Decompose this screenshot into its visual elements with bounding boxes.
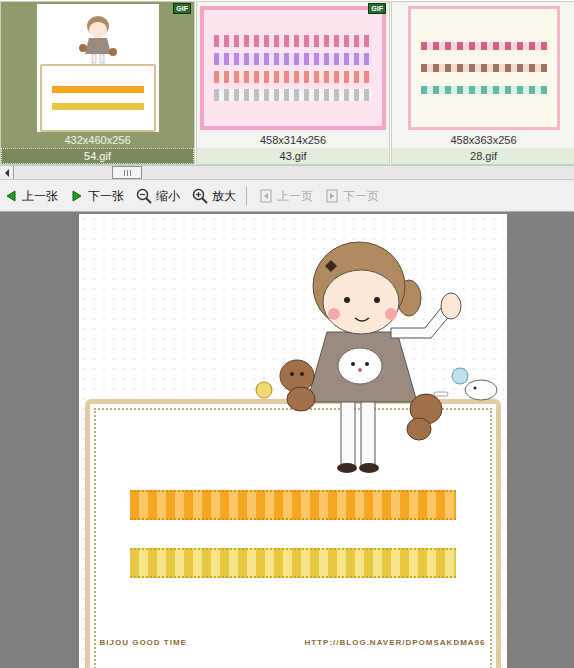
zoom-in-icon bbox=[192, 188, 208, 204]
toolbar-button[interactable]: 下一页 bbox=[325, 187, 379, 205]
thumbnail-filename: 28.gif bbox=[392, 148, 574, 164]
gif-badge: GIF bbox=[368, 3, 386, 14]
gif-badge: GIF bbox=[173, 3, 191, 14]
orange-lace-strip bbox=[130, 490, 456, 520]
arrow-left-icon bbox=[4, 169, 10, 177]
toolbar-separator bbox=[246, 186, 247, 206]
displayed-image: BIJOU GOOD TIMEHTTP://BLOG.NAVER/DPOMSAK… bbox=[79, 214, 507, 668]
toolbar-button[interactable]: 上一页 bbox=[259, 187, 313, 205]
thumbnail-filename: 54.gif bbox=[1, 148, 194, 164]
next-icon bbox=[70, 189, 84, 203]
thumbnail-info: 432x460x256 bbox=[1, 133, 194, 148]
page-previous-icon bbox=[259, 189, 273, 203]
horizontal-scrollbar[interactable] bbox=[0, 165, 574, 180]
thumbnail-strip: GIF 432x460x25654.gif GIF 458x314x25643.gif… bbox=[0, 0, 574, 165]
thumbnail-filename: 43.gif bbox=[197, 148, 389, 164]
thumbnail-cell[interactable]: 458x363x25628.gif bbox=[391, 1, 574, 165]
thumbnail-image bbox=[200, 6, 386, 130]
image-viewer: GIF 432x460x25654.gif GIF 458x314x25643.gif… bbox=[0, 0, 574, 668]
thumbnail-image bbox=[408, 6, 560, 130]
thumbnail-cell[interactable]: GIF 432x460x25654.gif bbox=[0, 1, 195, 165]
frame-footer: BIJOU GOOD TIMEHTTP://BLOG.NAVER/DPOMSAK… bbox=[100, 638, 486, 648]
zoom-out-icon bbox=[136, 188, 152, 204]
image-view: BIJOU GOOD TIMEHTTP://BLOG.NAVER/DPOMSAK… bbox=[0, 212, 574, 668]
yellow-lace-strip bbox=[130, 548, 456, 578]
picture-frame: BIJOU GOOD TIMEHTTP://BLOG.NAVER/DPOMSAK… bbox=[85, 399, 501, 668]
toolbar-button[interactable]: 放大 bbox=[192, 187, 236, 205]
thumbnail-info: 458x314x256 bbox=[197, 133, 389, 148]
scroll-thumb[interactable] bbox=[112, 166, 142, 179]
thumbnail-info: 458x363x256 bbox=[392, 133, 574, 148]
scroll-left-button[interactable] bbox=[0, 166, 14, 179]
girl-illustration-icon bbox=[79, 214, 507, 484]
toolbar-button[interactable]: 上一张 bbox=[4, 187, 58, 205]
thumbnail-image bbox=[37, 4, 159, 132]
toolbar-button[interactable]: 下一张 bbox=[70, 187, 124, 205]
thumbnail-cell[interactable]: GIF 458x314x25643.gif bbox=[196, 1, 390, 165]
toolbar-button[interactable]: 缩小 bbox=[136, 187, 180, 205]
toolbar: 上一张下一张缩小放大 上一页下一页 bbox=[0, 180, 574, 212]
page-next-icon bbox=[325, 189, 339, 203]
previous-icon bbox=[4, 189, 18, 203]
girl-icon bbox=[73, 12, 123, 64]
